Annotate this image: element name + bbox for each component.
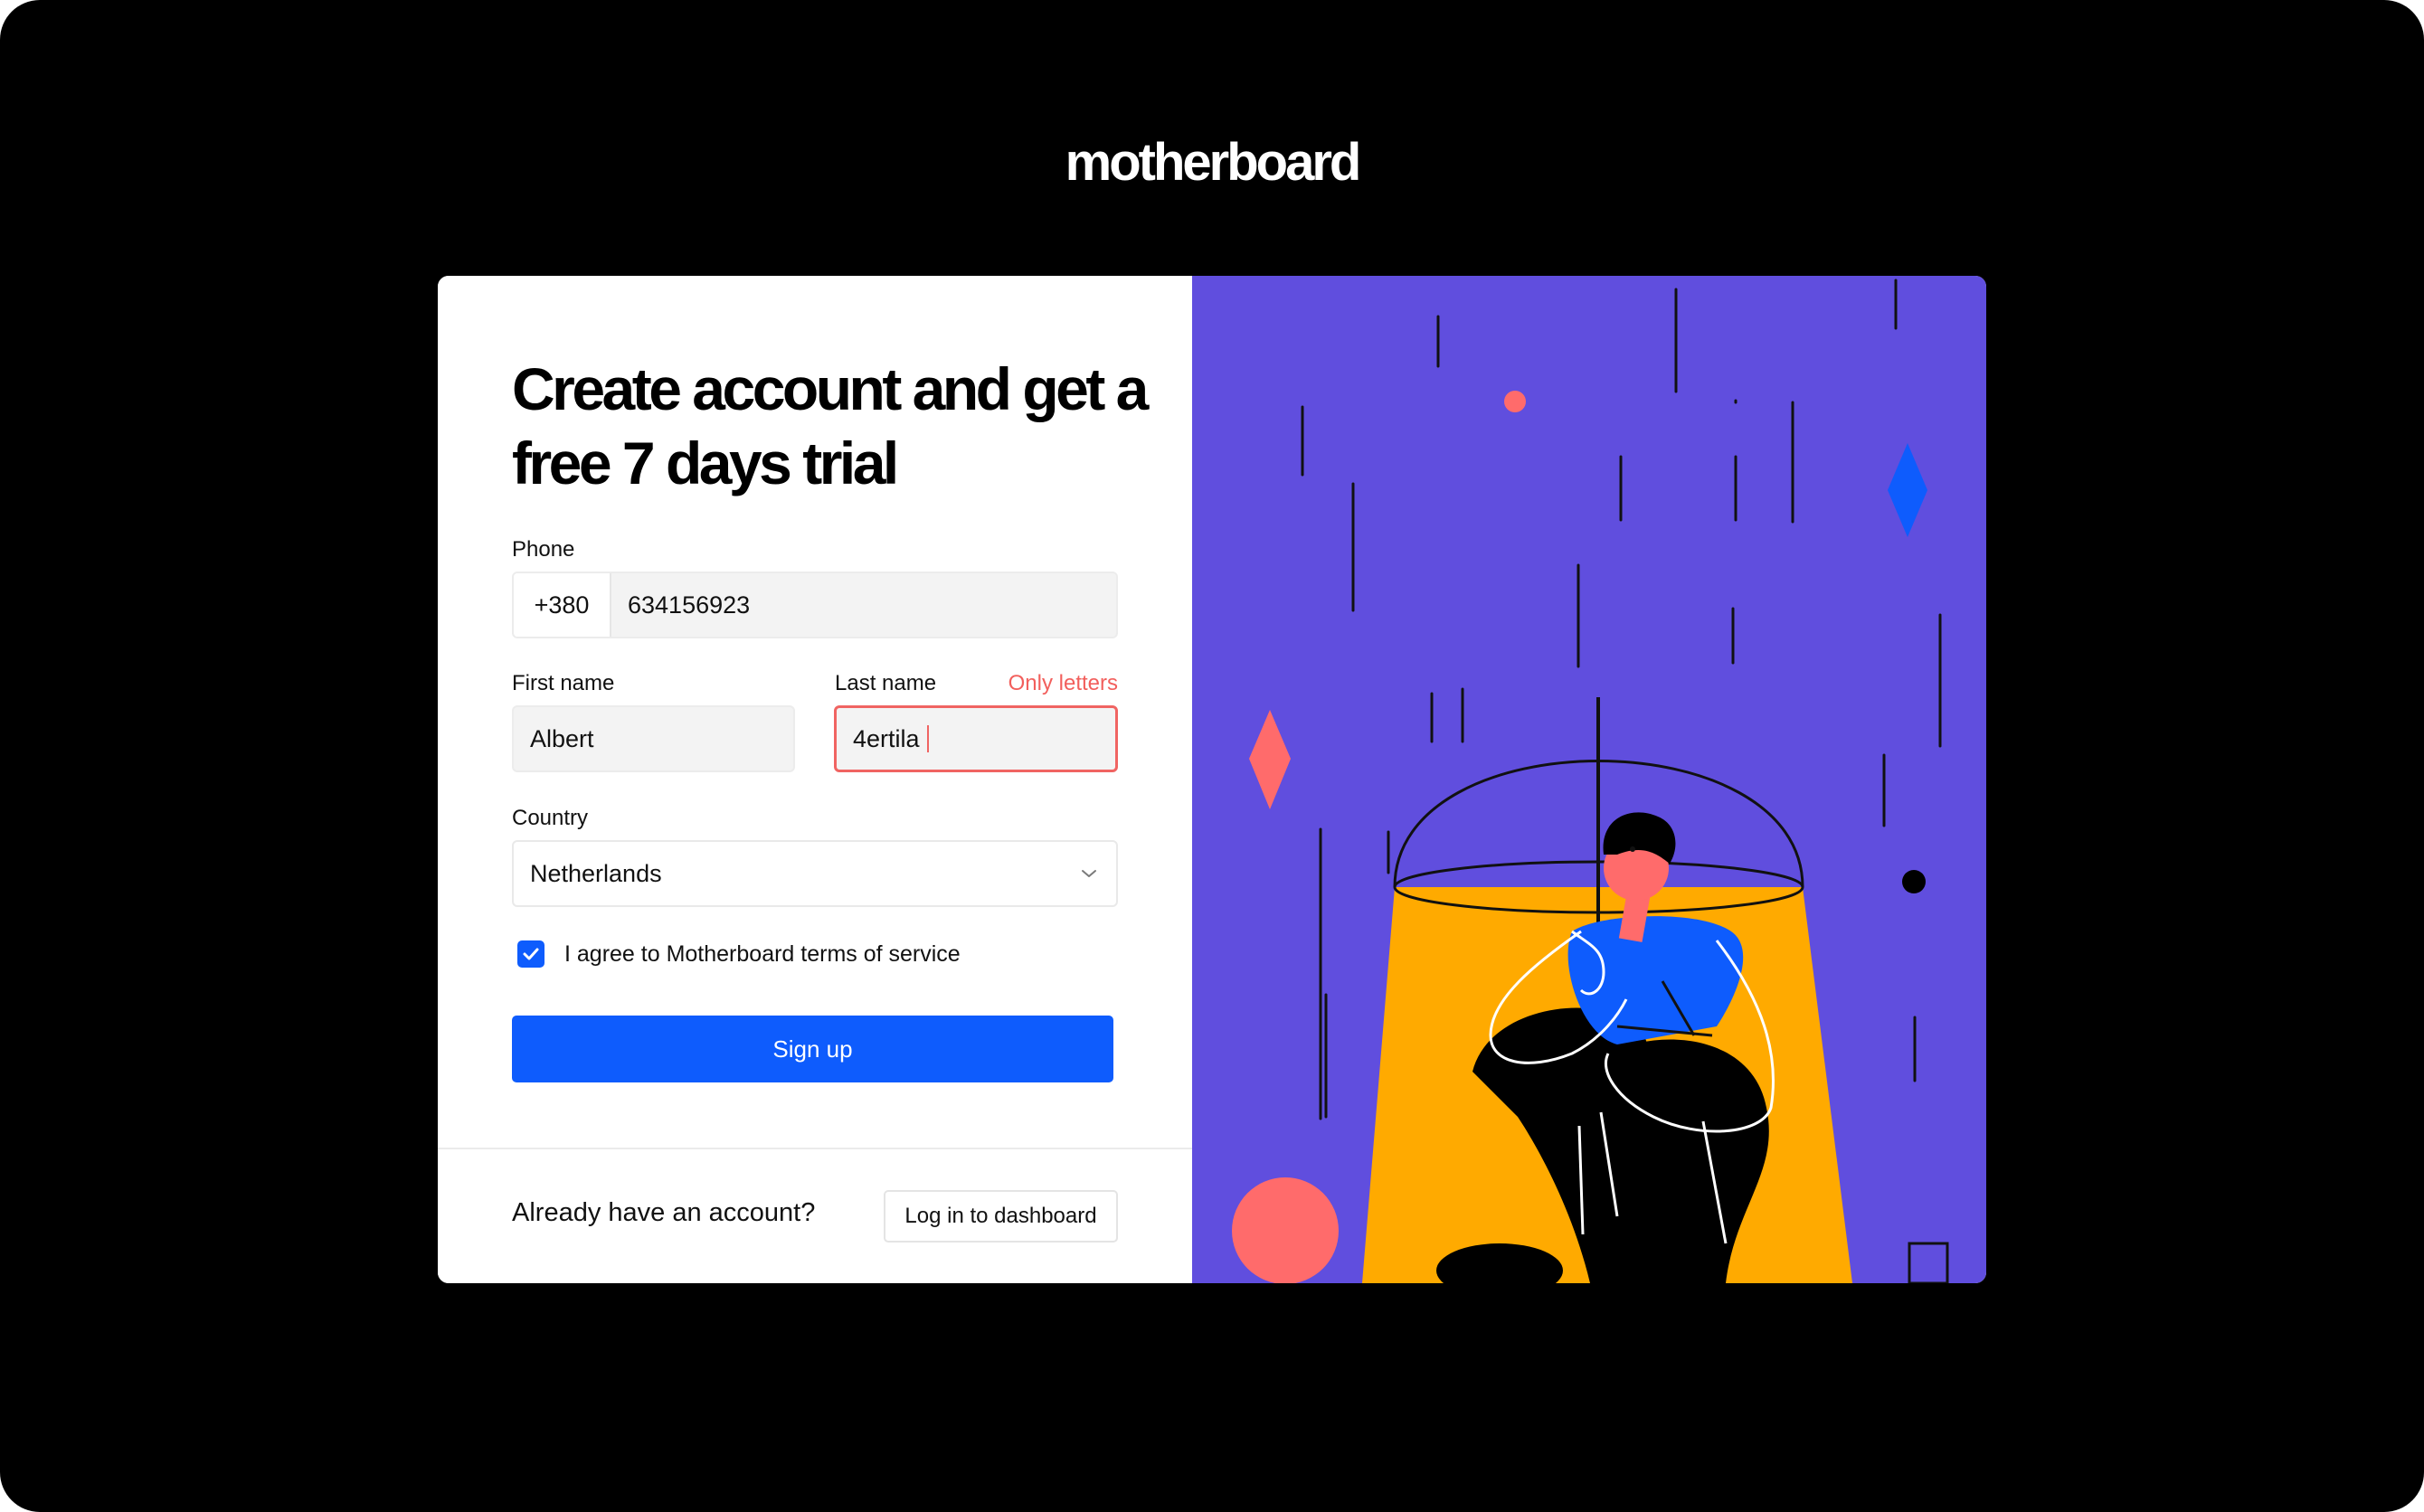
country-label: Country [512,806,589,830]
illustration-panel [1192,276,1986,1283]
terms-checkbox[interactable] [517,940,544,968]
terms-label[interactable]: I agree to Motherboard terms of service [564,941,961,968]
divider [438,1148,1192,1149]
sign-up-button[interactable]: Sign up [512,1016,1113,1082]
last-name-error: Only letters [1008,671,1118,695]
page-frame: motherboard Create account and get a fre… [0,0,2424,1512]
signup-card: Create account and get a free 7 days tri… [438,276,1986,1283]
brand-logo: motherboard [1065,133,1362,192]
signup-form-panel: Create account and get a free 7 days tri… [438,276,1192,1283]
phone-country-code[interactable]: +380 [514,573,611,637]
country-value: Netherlands [530,859,662,887]
last-name-input[interactable]: 4ertila [834,705,1118,772]
text-caret [926,725,929,752]
last-name-label: Last name [835,671,937,695]
login-button[interactable]: Log in to dashboard [884,1190,1118,1243]
phone-number-input[interactable]: 634156923 [611,591,750,619]
first-name-input[interactable]: Albert [512,705,795,772]
phone-label: Phone [512,537,575,562]
login-prompt: Already have an account? [512,1198,816,1227]
first-name-label: First name [512,671,615,695]
chevron-down-icon [1071,855,1107,892]
last-name-value: 4ertila [853,724,920,752]
person-under-dome-illustration [1232,279,1949,1283]
first-name-value: Albert [530,724,594,752]
page-title: Create account and get a free 7 days tri… [512,355,1149,496]
phone-field: +380 634156923 [512,572,1118,638]
country-select[interactable]: Netherlands [512,840,1118,907]
check-icon [523,948,539,960]
